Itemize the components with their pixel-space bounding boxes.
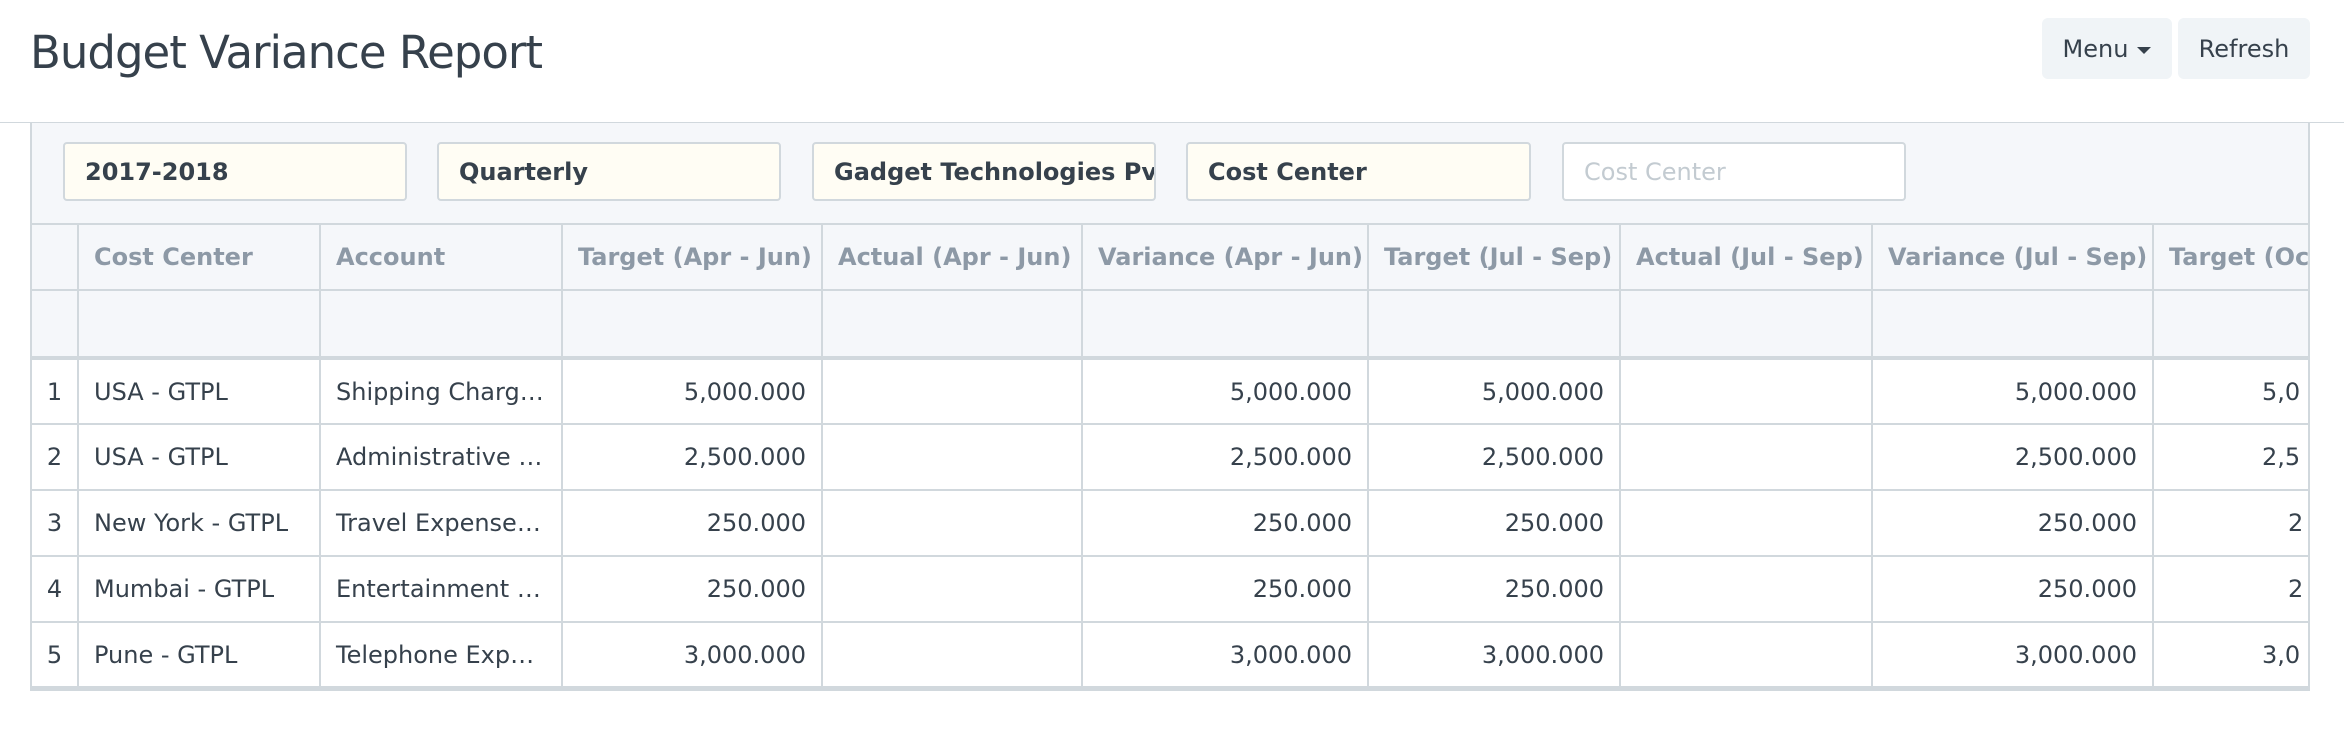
column-filter-cell[interactable] [320, 290, 563, 360]
cell-actual-jul-sep[interactable] [1620, 622, 1873, 691]
table-row[interactable]: 4 Mumbai - GTPL Entertainment E… 250.000… [32, 556, 2308, 624]
cell-actual-jul-sep[interactable] [1620, 424, 1873, 492]
header-row: Cost Center Account Target (Apr - Jun) A… [32, 223, 2308, 291]
cell-account[interactable]: Telephone Expe… [320, 622, 563, 691]
column-filter-cell[interactable] [1368, 290, 1621, 360]
cell-actual-jul-sep[interactable] [1620, 490, 1873, 558]
cell-account[interactable]: Travel Expenses … [320, 490, 563, 558]
column-header-actual-jul-sep[interactable]: Actual (Jul - Sep) [1620, 223, 1873, 291]
cell-target-oct[interactable]: 2 [2153, 490, 2308, 558]
cell-target-oct[interactable]: 5,0 [2153, 358, 2308, 426]
caret-down-icon [2137, 46, 2152, 54]
cell-variance-apr-jun[interactable]: 2,500.000 [1082, 424, 1369, 492]
column-filter-cell[interactable] [2153, 290, 2308, 360]
refresh-button[interactable]: Refresh [2178, 18, 2310, 79]
column-header-target-apr-jun[interactable]: Target (Apr - Jun) [562, 223, 823, 291]
cell-target-apr-jun[interactable]: 3,000.000 [562, 622, 823, 691]
column-filter-cell[interactable] [1872, 290, 2154, 360]
column-filter-cell [32, 290, 79, 360]
cell-target-oct[interactable]: 3,0 [2153, 622, 2308, 691]
table-row[interactable]: 3 New York - GTPL Travel Expenses … 250.… [32, 490, 2308, 558]
cell-actual-apr-jun[interactable] [822, 490, 1083, 558]
cell-cost-center[interactable]: Mumbai - GTPL [78, 556, 321, 624]
cell-actual-apr-jun[interactable] [822, 622, 1083, 691]
page-header: Budget Variance Report Menu Refresh [0, 0, 2344, 123]
cell-account[interactable]: Administrative E… [320, 424, 563, 492]
cell-variance-jul-sep[interactable]: 3,000.000 [1872, 622, 2154, 691]
column-header-index [32, 223, 79, 291]
cell-target-jul-sep[interactable]: 3,000.000 [1368, 622, 1621, 691]
column-header-variance-jul-sep[interactable]: Variance (Jul - Sep) [1872, 223, 2154, 291]
table-row[interactable]: 1 USA - GTPL Shipping Charge… 5,000.000 … [32, 358, 2308, 426]
column-header-actual-apr-jun[interactable]: Actual (Apr - Jun) [822, 223, 1083, 291]
row-index: 5 [32, 622, 79, 691]
cell-variance-apr-jun[interactable]: 5,000.000 [1082, 358, 1369, 426]
cell-cost-center[interactable]: USA - GTPL [78, 358, 321, 426]
column-filter-row [32, 290, 2308, 360]
cell-cost-center[interactable]: USA - GTPL [78, 424, 321, 492]
row-index: 1 [32, 358, 79, 426]
cell-actual-apr-jun[interactable] [822, 424, 1083, 492]
cell-variance-jul-sep[interactable]: 250.000 [1872, 490, 2154, 558]
row-index: 4 [32, 556, 79, 624]
cell-target-apr-jun[interactable]: 250.000 [562, 556, 823, 624]
cell-cost-center[interactable]: New York - GTPL [78, 490, 321, 558]
fiscal-year-filter[interactable]: 2017-2018 [63, 142, 407, 201]
cost-center-filter[interactable]: Cost Center [1562, 142, 1906, 201]
cell-variance-jul-sep[interactable]: 5,000.000 [1872, 358, 2154, 426]
company-filter[interactable]: Gadget Technologies Pvt [812, 142, 1156, 201]
cell-actual-jul-sep[interactable] [1620, 358, 1873, 426]
report-table: Cost Center Account Target (Apr - Jun) A… [32, 223, 2308, 691]
page-title: Budget Variance Report [30, 26, 543, 79]
table-row[interactable]: 2 USA - GTPL Administrative E… 2,500.000… [32, 424, 2308, 492]
cell-account[interactable]: Shipping Charge… [320, 358, 563, 426]
column-filter-cell[interactable] [822, 290, 1083, 360]
report-panel: 2017-2018 Quarterly Gadget Technologies … [30, 123, 2310, 691]
row-index: 3 [32, 490, 79, 558]
column-header-account[interactable]: Account [320, 223, 563, 291]
cell-target-apr-jun[interactable]: 250.000 [562, 490, 823, 558]
cell-target-jul-sep[interactable]: 2,500.000 [1368, 424, 1621, 492]
budget-against-filter[interactable]: Cost Center [1186, 142, 1531, 201]
cell-target-jul-sep[interactable]: 5,000.000 [1368, 358, 1621, 426]
cell-variance-apr-jun[interactable]: 3,000.000 [1082, 622, 1369, 691]
menu-button-label: Menu [2062, 34, 2129, 63]
cell-target-jul-sep[interactable]: 250.000 [1368, 556, 1621, 624]
column-filter-cell[interactable] [1082, 290, 1369, 360]
cell-variance-jul-sep[interactable]: 250.000 [1872, 556, 2154, 624]
menu-button[interactable]: Menu [2042, 18, 2172, 79]
cell-target-apr-jun[interactable]: 5,000.000 [562, 358, 823, 426]
column-filter-cell[interactable] [78, 290, 321, 360]
cell-variance-jul-sep[interactable]: 2,500.000 [1872, 424, 2154, 492]
cell-variance-apr-jun[interactable]: 250.000 [1082, 556, 1369, 624]
cell-target-jul-sep[interactable]: 250.000 [1368, 490, 1621, 558]
cell-actual-apr-jun[interactable] [822, 556, 1083, 624]
cell-actual-jul-sep[interactable] [1620, 556, 1873, 624]
cell-target-oct[interactable]: 2 [2153, 556, 2308, 624]
column-filter-cell[interactable] [562, 290, 823, 360]
cell-account[interactable]: Entertainment E… [320, 556, 563, 624]
column-header-cost-center[interactable]: Cost Center [78, 223, 321, 291]
column-header-variance-apr-jun[interactable]: Variance (Apr - Jun) [1082, 223, 1369, 291]
row-index: 2 [32, 424, 79, 492]
column-filter-cell[interactable] [1620, 290, 1873, 360]
period-filter[interactable]: Quarterly [437, 142, 781, 201]
cell-actual-apr-jun[interactable] [822, 358, 1083, 426]
filter-bar: 2017-2018 Quarterly Gadget Technologies … [32, 123, 2308, 223]
cell-target-apr-jun[interactable]: 2,500.000 [562, 424, 823, 492]
table-row[interactable]: 5 Pune - GTPL Telephone Expe… 3,000.000 … [32, 622, 2308, 691]
column-header-target-jul-sep[interactable]: Target (Jul - Sep) [1368, 223, 1621, 291]
cell-target-oct[interactable]: 2,5 [2153, 424, 2308, 492]
cell-variance-apr-jun[interactable]: 250.000 [1082, 490, 1369, 558]
column-header-target-oct[interactable]: Target (Oct [2153, 223, 2308, 291]
cell-cost-center[interactable]: Pune - GTPL [78, 622, 321, 691]
